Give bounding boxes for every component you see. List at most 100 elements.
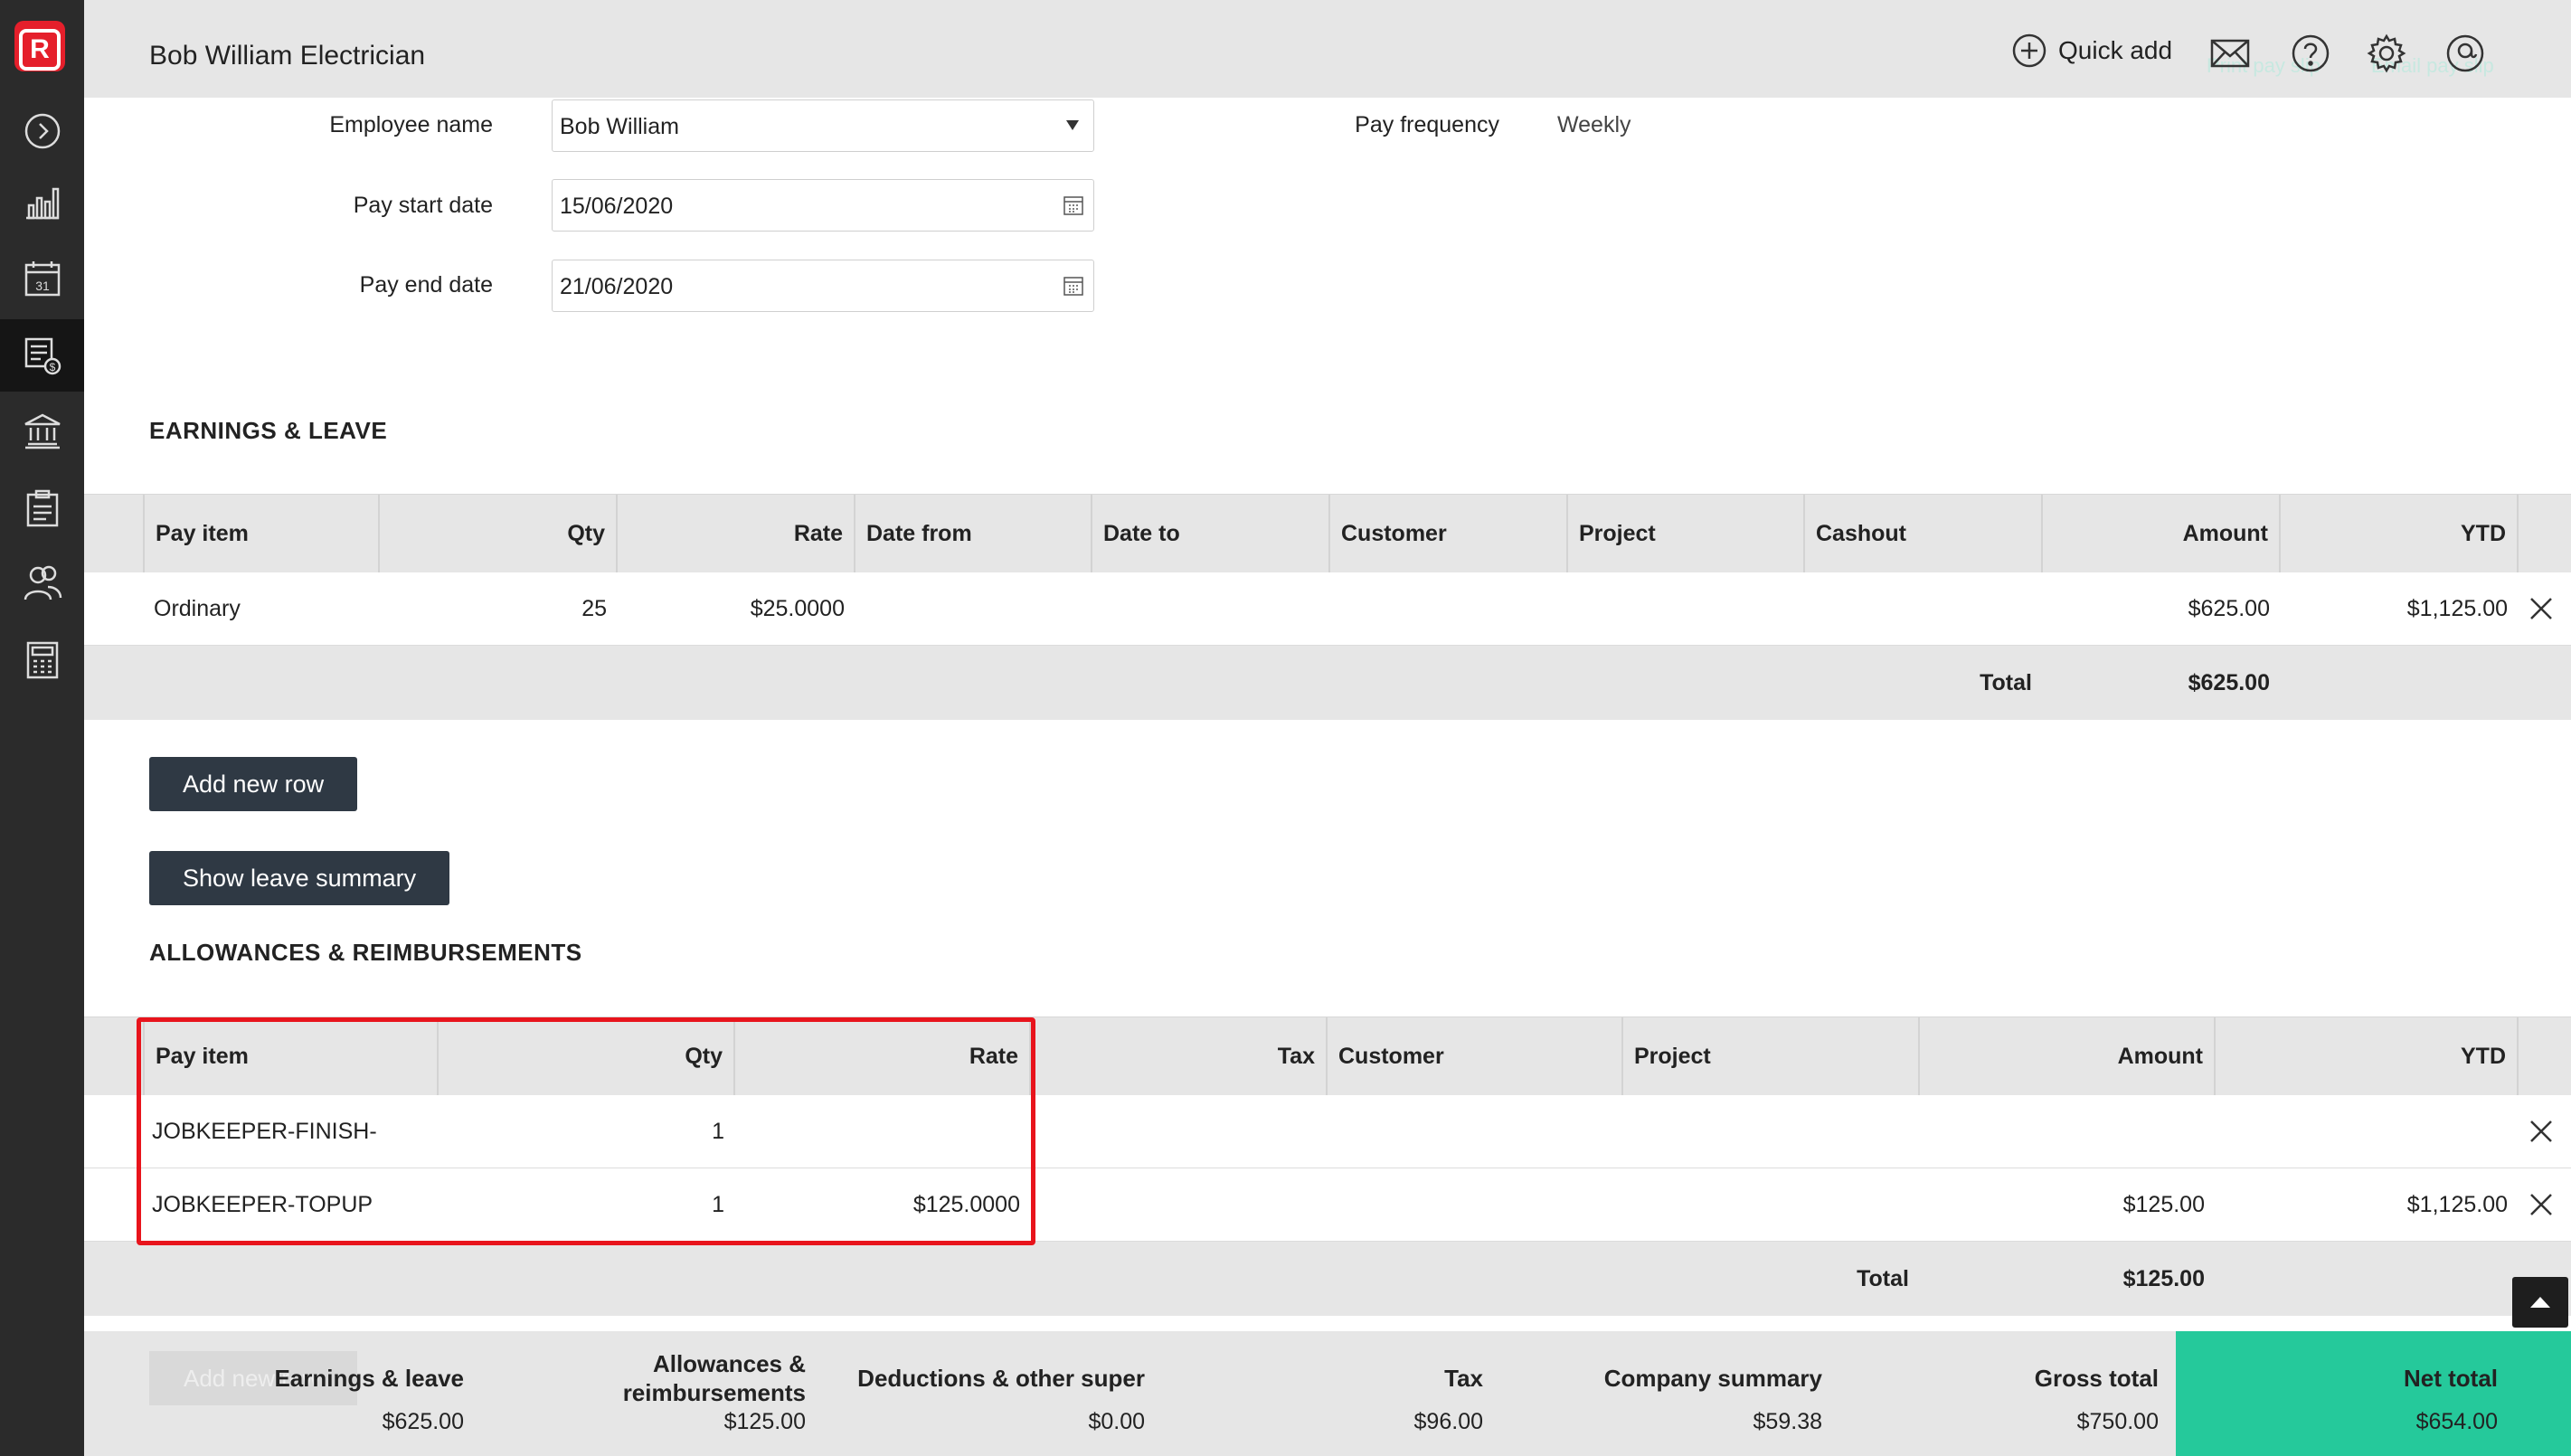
summary-earnings-value: $625.00 [382,1409,464,1434]
table-row[interactable]: JOBKEEPER-TOPUP 1 $125.0000 $125.00 $1,1… [84,1168,2571,1242]
amount-cell: $125.00 [2122,1192,2205,1217]
employee-name-select[interactable]: Bob William [552,99,1094,152]
summary-company-label: Company summary [1603,1365,1822,1392]
col-ytd: YTD [2281,495,2519,572]
col-project: Project [1568,495,1805,572]
chevron-right-circle-icon [24,113,60,149]
col-pay-item: Pay item [143,495,380,572]
summary-earnings-label: Earnings & leave [274,1365,464,1392]
delete-row-icon[interactable] [2528,1192,2554,1217]
pay-start-date-value: 15/06/2020 [560,194,674,219]
calendar-icon[interactable] [1063,194,1084,216]
table-row[interactable]: Ordinary 25 $25.0000 $625.00 $1,125.00 [84,572,2571,646]
dropdown-arrow-icon [1066,120,1079,130]
employee-name-label: Employee name [329,112,493,137]
earnings-total-row: Total $625.00 [84,646,2571,720]
pay-end-date-label: Pay end date [359,272,493,298]
col-customer: Customer [1330,495,1568,572]
col-customer: Customer [1328,1017,1623,1095]
sidebar-item-reports[interactable] [0,165,84,238]
col-qty: Qty [380,495,618,572]
total-label: Total [1980,670,2032,695]
summary-allowances-value: $125.00 [723,1409,806,1434]
sidebar-item-payroll[interactable]: $ [0,319,84,392]
rate-cell[interactable]: $125.0000 [735,1168,1031,1241]
add-new-row-button[interactable]: Add new row [149,757,358,811]
summary-company-value: $59.38 [1753,1409,1822,1434]
sidebar-item-tasks[interactable] [0,472,84,544]
summary-allowances-label-line1: Allowances & [652,1350,806,1377]
pay-item-cell[interactable]: JOBKEEPER-FINISH-FN06 [143,1095,439,1216]
mail-icon[interactable] [2209,33,2251,74]
sidebar: R 31 $ [0,0,84,1456]
svg-text:$: $ [49,361,55,373]
bank-icon [24,413,61,449]
col-cashout: Cashout [1805,495,2043,572]
svg-text:31: 31 [35,279,50,293]
qty-cell[interactable]: 25 [380,572,618,645]
col-ytd: YTD [2216,1017,2519,1095]
sidebar-item-expand[interactable] [0,95,84,167]
summary-gross-label: Gross total [2034,1365,2159,1392]
calendar-icon: 31 [24,261,60,297]
pay-start-date-input[interactable]: 15/06/2020 [552,179,1094,232]
pay-end-date-value: 21/06/2020 [560,274,674,299]
pay-frequency-label: Pay frequency [1355,112,1499,137]
top-header [84,0,2571,98]
summary-allowances-label: Allowances & reimbursements [543,1349,806,1407]
earnings-table-header: Pay item Qty Rate Date from Date to Cust… [84,494,2571,573]
clipboard-icon [26,489,58,527]
col-rate: Rate [618,495,855,572]
col-amount: Amount [1920,1017,2216,1095]
summary-net-value: $654.00 [2415,1409,2498,1434]
help-icon[interactable] [2290,33,2331,74]
summary-gross-value: $750.00 [2076,1409,2159,1434]
sidebar-item-calculator[interactable] [0,624,84,696]
pay-item-cell[interactable]: JOBKEEPER-TOPUP [143,1168,439,1241]
pay-item-cell[interactable]: Ordinary [143,572,380,645]
users-icon [24,565,61,600]
app-logo[interactable]: R [14,21,65,71]
gear-icon[interactable] [2366,33,2407,74]
summary-deductions-value: $0.00 [1088,1409,1145,1434]
col-tax: Tax [1031,1017,1328,1095]
scroll-to-top-button[interactable] [2512,1277,2568,1328]
sidebar-item-calendar[interactable]: 31 [0,242,84,315]
show-leave-summary-button[interactable]: Show leave summary [149,851,450,905]
rate-cell[interactable]: $25.0000 [618,572,855,645]
rate-cell[interactable] [735,1095,1031,1168]
earnings-section-title: EARNINGS & LEAVE [149,417,388,444]
qty-cell[interactable]: 1 [439,1095,735,1168]
summary-net-label: Net total [2404,1365,2498,1392]
sidebar-item-banking[interactable] [0,395,84,468]
ytd-cell: $1,125.00 [2406,1192,2508,1217]
table-row[interactable]: JOBKEEPER-FINISH-FN06 1 [84,1095,2571,1216]
delete-row-icon[interactable] [2528,596,2554,621]
allowances-section-title: ALLOWANCES & REIMBURSEMENTS [149,939,582,966]
col-pay-item: Pay item [143,1017,439,1095]
col-date-to: Date to [1092,495,1330,572]
user-account-icon[interactable] [2444,33,2486,74]
payroll-icon: $ [24,337,61,375]
employee-name-value: Bob William [560,114,679,139]
amount-cell: $625.00 [2188,596,2270,621]
ytd-cell [2216,1095,2519,1168]
delete-row-icon[interactable] [2528,1119,2554,1144]
allowances-table-header: Pay item Qty Rate Tax Customer Project A… [84,1016,2571,1096]
sidebar-item-contacts[interactable] [0,547,84,619]
quick-add-label: Quick add [2058,36,2173,64]
calculator-icon [26,641,58,679]
ytd-cell: $1,125.00 [2406,596,2508,621]
col-date-from: Date from [855,495,1092,572]
calendar-icon[interactable] [1063,275,1084,297]
summary-deductions-label: Deductions & other super [857,1365,1145,1392]
quick-add-button[interactable]: Quick add [2011,33,2172,69]
pay-frequency-value: Weekly [1557,112,1631,137]
earnings-total-value: $625.00 [2188,670,2270,695]
amount-cell [1920,1095,2216,1168]
summary-tax-label: Tax [1444,1365,1483,1392]
summary-allowances-label-line2: reimbursements [622,1379,806,1406]
qty-cell[interactable]: 1 [439,1168,735,1241]
pay-end-date-input[interactable]: 21/06/2020 [552,260,1094,312]
bar-chart-icon [25,187,59,220]
